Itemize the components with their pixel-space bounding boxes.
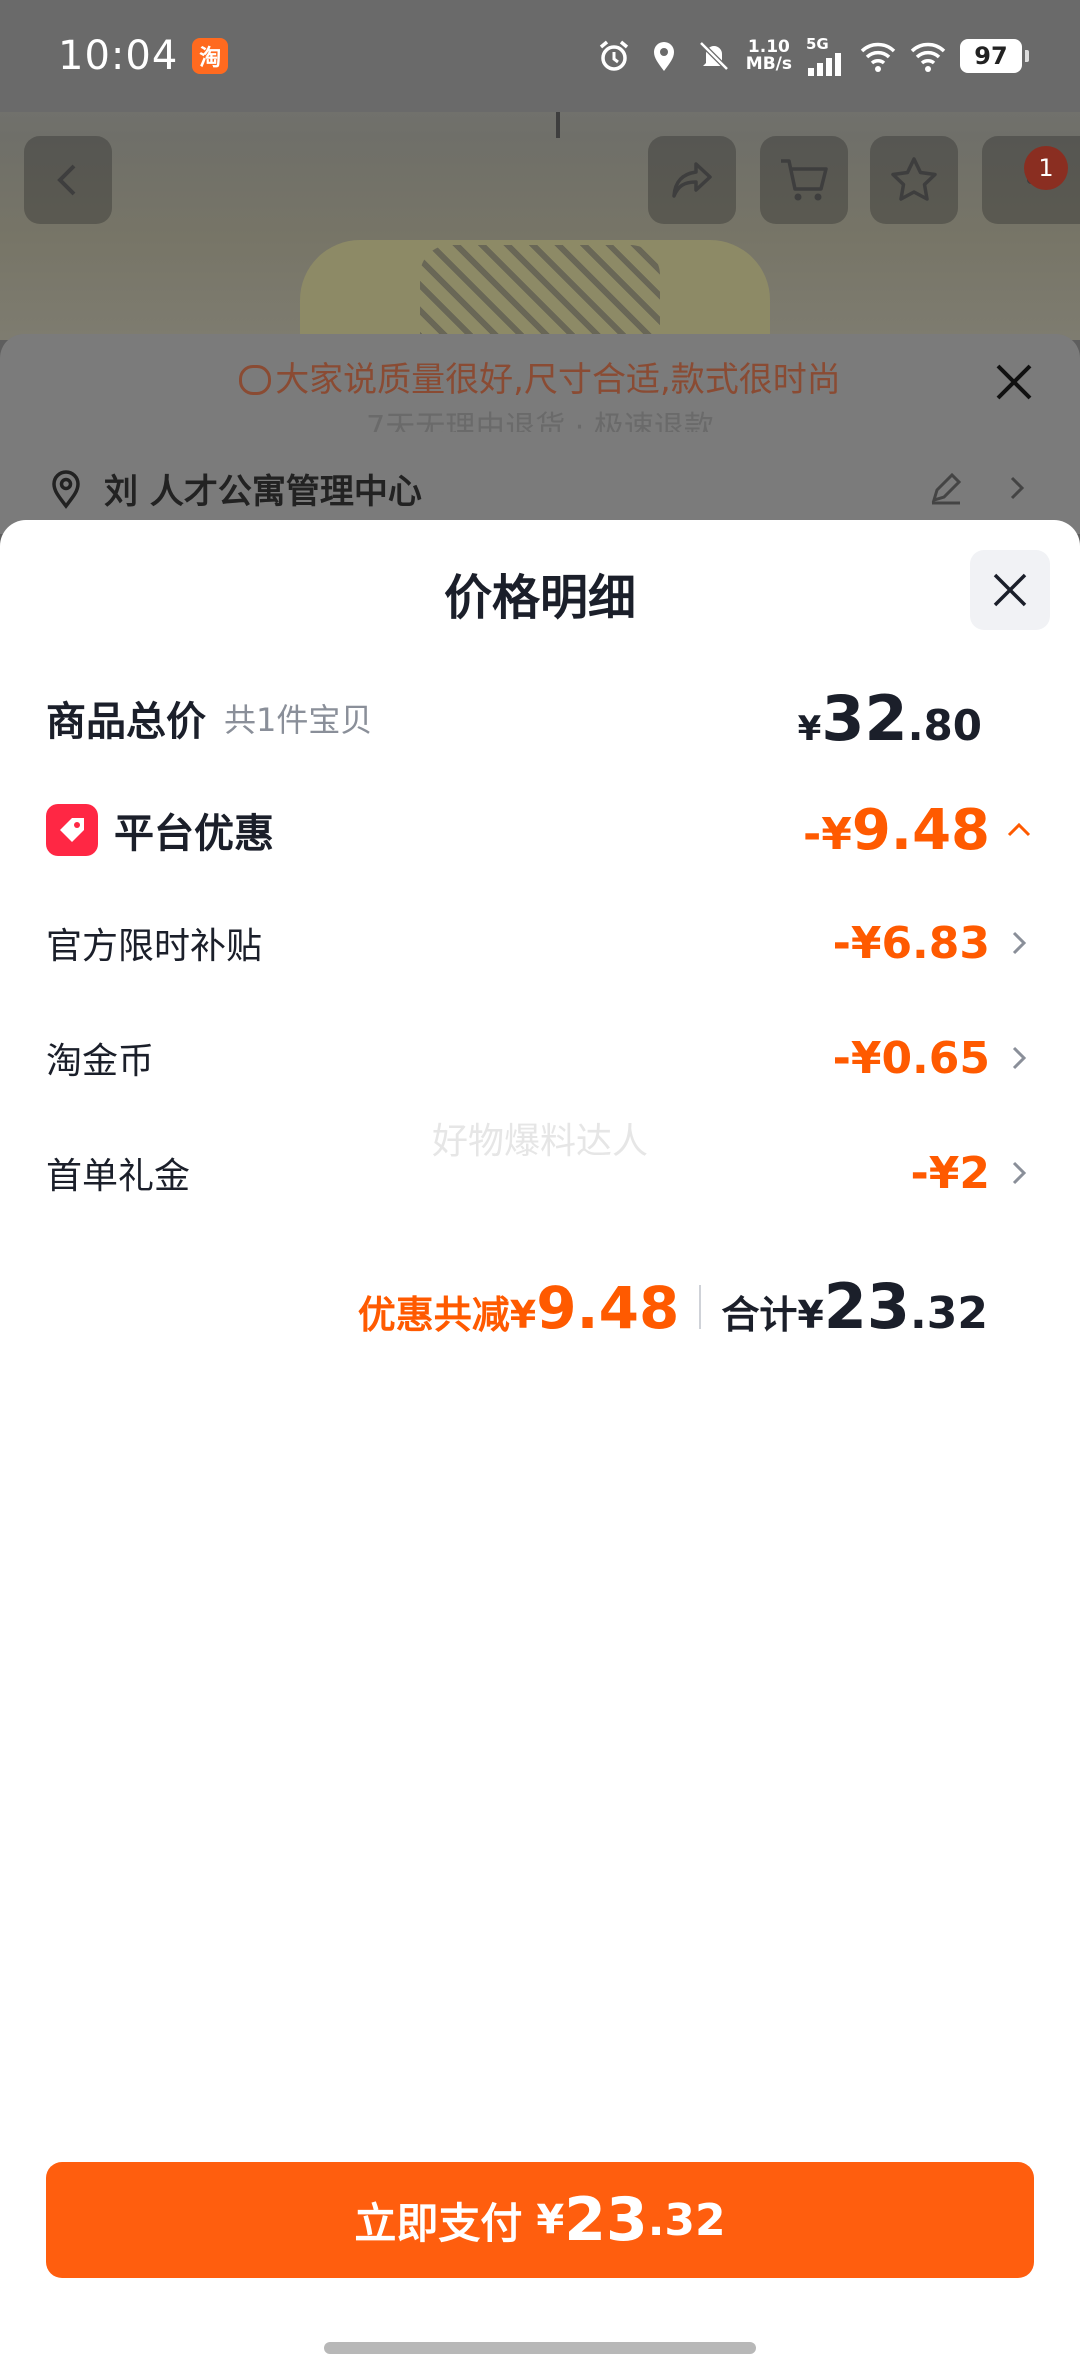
summary-total-dec: .32 xyxy=(910,1288,988,1339)
favorite-button[interactable] xyxy=(870,136,958,224)
pay-button-dec: .32 xyxy=(647,2194,726,2246)
discount-item-row[interactable]: 官方限时补贴 -¥6.83 xyxy=(46,908,1034,978)
discount-item-amount: -¥0.65 xyxy=(832,1032,990,1084)
battery-icon: 97 xyxy=(960,39,1029,73)
discount-item-label: 官方限时补贴 xyxy=(46,926,263,967)
cart-count-badge: 1 xyxy=(1024,146,1068,190)
platform-discount-amount: -¥ 9.48 xyxy=(803,798,990,863)
goods-total-int: 32 xyxy=(821,681,908,755)
goods-total-label: 商品总价 xyxy=(46,699,206,745)
pay-now-button[interactable]: 立即支付 ¥ 23 .32 xyxy=(46,2162,1034,2278)
status-bar: 10:04 淘 1.10 MB/s 5G 97 xyxy=(0,0,1080,112)
summary-total: 合计¥ 23 .32 xyxy=(721,1270,988,1343)
discount-item-label: 淘金币 xyxy=(46,1041,155,1082)
pay-button-int: 23 xyxy=(564,2185,648,2255)
cart-icon xyxy=(781,159,828,201)
net-speed: 1.10 MB/s xyxy=(746,39,792,73)
goods-count-text: 共1件宝贝 xyxy=(224,701,373,739)
price-detail-sheet: 价格明细 商品总价 共1件宝贝 ¥ 32 .80 平台优惠 -¥ 9.48 官方… xyxy=(0,520,1080,2376)
summary-discount-amount: 9.48 xyxy=(536,1274,680,1342)
chevron-left-icon xyxy=(57,164,76,196)
platform-discount-prefix: -¥ xyxy=(802,808,852,860)
share-icon xyxy=(672,162,712,198)
cart-button[interactable] xyxy=(760,136,848,224)
cell-signal-icon xyxy=(808,52,841,76)
platform-discount-value: 9.48 xyxy=(851,797,990,863)
chevron-right-icon[interactable] xyxy=(1004,475,1030,501)
close-icon xyxy=(993,573,1027,607)
price-summary: 优惠共减¥ 9.48 合计¥ 23 .32 xyxy=(358,1270,988,1343)
close-button[interactable] xyxy=(970,550,1050,630)
discount-tag-icon xyxy=(46,804,98,856)
summary-total-int: 23 xyxy=(823,1270,911,1343)
chevron-right-icon xyxy=(1012,1046,1027,1070)
wifi-icon-2 xyxy=(910,42,946,72)
review-banner-text: 大家说质量很好,尺寸合适,款式很时尚 xyxy=(275,360,841,400)
sheet-title: 价格明细 xyxy=(443,570,636,626)
back-button[interactable] xyxy=(24,136,112,224)
address-row[interactable]: 刘 人才公寓管理中心 xyxy=(46,464,422,513)
service-banner: 7天无理由退货 · 极速退款 xyxy=(366,410,714,432)
goods-total-yen: ¥ xyxy=(797,708,822,749)
location-icon xyxy=(653,42,674,71)
taobao-notification-icon: 淘 xyxy=(192,38,229,74)
cell-signal: 5G xyxy=(806,34,846,76)
discount-item-amount: -¥6.83 xyxy=(832,917,990,969)
watermark-text: 好物爆料达人 xyxy=(431,1121,648,1162)
summary-divider xyxy=(699,1284,702,1329)
platform-discount-label: 平台优惠 xyxy=(114,811,274,857)
chevron-up-icon[interactable] xyxy=(1004,815,1034,845)
home-indicator[interactable] xyxy=(324,2342,756,2354)
summary-discount: 优惠共减¥ 9.48 xyxy=(358,1274,680,1342)
discount-item-row[interactable]: 淘金币 -¥0.65 xyxy=(46,1023,1034,1093)
summary-discount-label: 优惠共减¥ xyxy=(357,1293,537,1337)
review-banner: 大家说质量很好,尺寸合适,款式很时尚 xyxy=(0,352,1080,401)
share-button[interactable] xyxy=(648,136,736,224)
alarm-icon xyxy=(599,40,628,71)
goods-total-dec: .80 xyxy=(907,700,982,750)
location-pin-icon xyxy=(52,469,80,509)
chat-icon xyxy=(239,365,272,395)
status-icons: 1.10 MB/s 5G 97 xyxy=(596,34,1029,76)
platform-discount-row[interactable]: 平台优惠 -¥ 9.48 xyxy=(46,790,1034,870)
summary-total-label: 合计¥ xyxy=(721,1293,824,1337)
net-speed-unit: MB/s xyxy=(745,54,792,74)
star-icon xyxy=(891,157,937,201)
pay-button-label: 立即支付 xyxy=(354,2198,523,2248)
goods-total-row: 商品总价 共1件宝贝 ¥ 32 .80 xyxy=(46,678,1034,758)
pay-button-yen: ¥ xyxy=(536,2197,565,2243)
goods-total-price: ¥ 32 .80 xyxy=(798,682,1034,755)
status-time: 10:04 xyxy=(58,33,179,79)
garment-print-graphic xyxy=(420,245,660,340)
address-text: 刘 人才公寓管理中心 xyxy=(104,472,422,512)
address-actions xyxy=(928,470,1030,506)
wifi-icon xyxy=(860,42,896,72)
signal-label: 5G xyxy=(806,34,829,53)
mute-icon xyxy=(699,41,729,71)
edit-icon[interactable] xyxy=(928,470,964,506)
chevron-right-icon xyxy=(1012,931,1027,955)
banner-close-icon[interactable] xyxy=(992,360,1036,404)
